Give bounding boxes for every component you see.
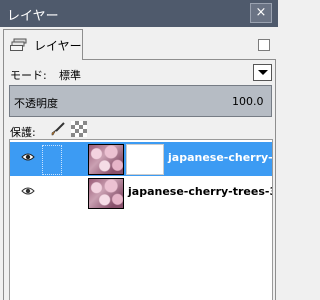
- eye-icon[interactable]: [21, 152, 35, 162]
- alpha-lock-icon[interactable]: [71, 121, 87, 137]
- layers-stack-icon: [10, 38, 27, 51]
- layers-list[interactable]: japanese-cherry-trees-306817_1920.jpg ja…: [9, 139, 273, 300]
- opacity-value[interactable]: 100.0: [232, 95, 264, 108]
- protect-label: 保護:: [10, 126, 36, 139]
- tab-layers[interactable]: レイヤー: [3, 29, 83, 60]
- mode-value[interactable]: 標準: [59, 67, 81, 83]
- chain-toggle[interactable]: [42, 145, 62, 175]
- layer-name[interactable]: japanese-cherry-trees-306817_1920.jpg: [168, 151, 272, 164]
- layer-thumbnail: [88, 178, 124, 209]
- layer-mask-thumbnail: [126, 144, 164, 175]
- window-title: レイヤー: [7, 9, 59, 24]
- tab-menu-button[interactable]: [258, 39, 270, 51]
- tab-label: レイヤー: [34, 39, 82, 53]
- layer-row[interactable]: japanese-cherry-trees-306: [10, 176, 272, 210]
- mode-dropdown-button[interactable]: [253, 64, 272, 81]
- layer-row[interactable]: japanese-cherry-trees-306817_1920.jpg: [10, 142, 272, 176]
- mode-label: モード:: [10, 69, 47, 82]
- close-button[interactable]: ×: [250, 3, 272, 23]
- chevron-down-icon: [258, 70, 268, 75]
- eye-icon[interactable]: [21, 186, 35, 196]
- opacity-label: 不透明度: [14, 97, 58, 110]
- layer-thumbnail: [88, 144, 124, 175]
- paint-brush-icon[interactable]: [50, 121, 66, 137]
- layer-name[interactable]: japanese-cherry-trees-306: [128, 185, 272, 198]
